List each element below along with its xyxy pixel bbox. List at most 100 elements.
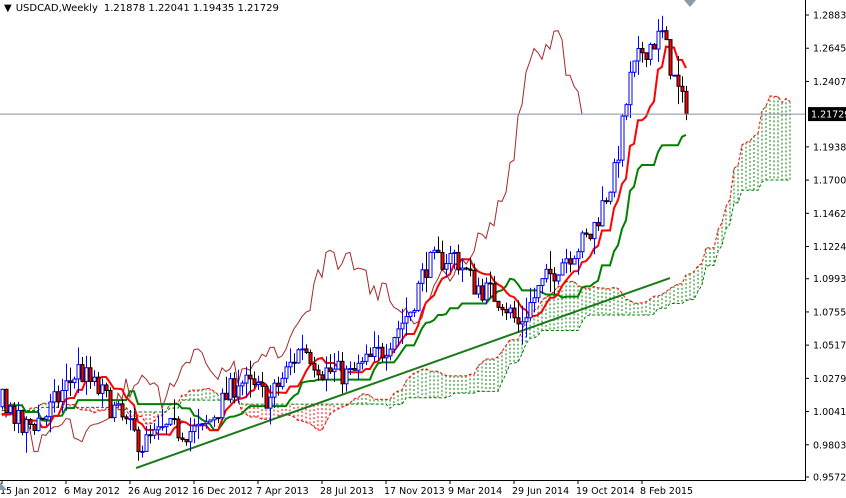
candle	[68, 367, 73, 396]
candle-body	[128, 418, 133, 421]
candle	[320, 370, 325, 382]
candle-body	[168, 418, 173, 425]
one-click-trading-icon	[684, 0, 696, 7]
candle	[184, 438, 189, 446]
candle-body	[480, 285, 485, 301]
candle-body	[672, 74, 677, 77]
candle	[148, 424, 153, 444]
candle-body	[520, 321, 525, 325]
candle-body	[104, 384, 109, 391]
candle-body	[516, 317, 521, 325]
candle-body	[196, 423, 201, 427]
candle	[416, 280, 421, 312]
candle-body	[308, 352, 313, 364]
candle	[104, 382, 109, 398]
candle-body	[304, 348, 309, 354]
candle-body	[556, 274, 561, 282]
candle	[200, 423, 205, 431]
candle	[108, 387, 113, 419]
candle-body	[388, 348, 393, 357]
y-tick-label: 1.05170	[813, 341, 846, 352]
candle	[568, 251, 573, 273]
candle-body	[80, 364, 85, 382]
candle	[508, 304, 513, 319]
candle-body	[340, 360, 345, 385]
candle	[380, 343, 385, 363]
candle-body	[180, 437, 185, 440]
candle-body	[328, 367, 333, 373]
x-tick-label: 7 Apr 2013	[256, 486, 309, 497]
candle-body	[320, 374, 325, 380]
y-tick-label: 1.12240	[813, 242, 846, 253]
candle	[256, 375, 261, 391]
candle-body	[608, 191, 613, 202]
candle-body	[408, 311, 413, 318]
candle	[120, 399, 125, 421]
candle	[476, 277, 481, 299]
candle-body	[384, 355, 389, 359]
candle-body	[172, 418, 177, 421]
candle-body	[192, 425, 197, 433]
candle	[300, 334, 305, 361]
candle-body	[216, 417, 221, 420]
candle	[16, 401, 21, 434]
candle-body	[432, 249, 437, 253]
candle-body	[160, 426, 165, 429]
candle-body	[532, 297, 537, 304]
x-tick-label: 19 Oct 2014	[576, 486, 635, 497]
candle	[316, 364, 321, 381]
candle	[656, 19, 661, 62]
candle-body	[96, 376, 101, 394]
candle	[556, 274, 561, 285]
y-tick-label: 1.24070	[813, 77, 846, 88]
candle-body	[644, 52, 649, 60]
x-tick-label: 29 Jun 2014	[512, 486, 569, 497]
candle	[196, 408, 201, 439]
candle-body	[332, 368, 337, 373]
candle-body	[220, 392, 225, 419]
candle	[84, 355, 89, 395]
candle	[24, 416, 29, 453]
candle-body	[684, 90, 689, 115]
candle-body	[28, 419, 33, 426]
price-chart[interactable]: 1.28830 1.26450 1.24070 1.19380 1.17000 1.146…	[0, 0, 846, 498]
candle	[524, 297, 529, 338]
candle	[136, 426, 141, 461]
candle	[668, 39, 673, 80]
candle	[124, 414, 129, 425]
candle-body	[188, 431, 193, 443]
candle	[128, 410, 133, 431]
candle-body	[32, 424, 37, 431]
candle	[528, 287, 533, 321]
candle	[464, 266, 469, 271]
candle-body	[676, 74, 681, 87]
candle	[636, 36, 641, 75]
candle-body	[476, 285, 481, 295]
candle	[64, 363, 69, 411]
candle-body	[364, 353, 369, 362]
candle	[456, 244, 461, 275]
candle-body	[348, 367, 353, 370]
candle	[180, 432, 185, 442]
candle	[208, 419, 213, 423]
candle-body	[564, 258, 569, 264]
candle-body	[288, 361, 293, 368]
candle-body	[632, 60, 637, 73]
candle	[484, 277, 489, 305]
candle-body	[204, 421, 209, 425]
candle-body	[24, 419, 29, 433]
candle	[372, 331, 377, 362]
y-tick-label: 1.14620	[813, 209, 846, 220]
candle-body	[668, 39, 673, 76]
candle-body	[40, 417, 45, 420]
candle-body	[228, 378, 233, 400]
candle-body	[268, 396, 273, 409]
candle	[188, 417, 193, 452]
candle-body	[572, 258, 577, 265]
candle	[260, 372, 265, 398]
x-tick-label: 17 Nov 2013	[384, 486, 445, 497]
candle	[140, 445, 145, 458]
candle-body	[272, 382, 277, 398]
candle	[500, 304, 505, 316]
candle	[680, 76, 685, 103]
